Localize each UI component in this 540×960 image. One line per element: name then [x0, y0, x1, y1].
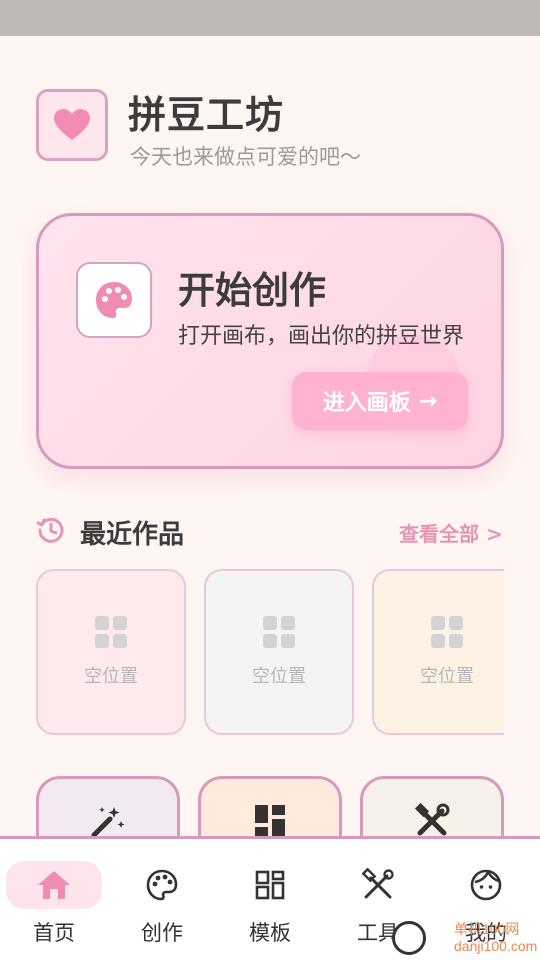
start-creating-card[interactable]: 开始创作 打开画布，画出你的拼豆世界 进入画板 → [36, 213, 504, 469]
enter-canvas-label: 进入画板 [322, 391, 411, 416]
recent-works-list[interactable]: 空位置 空位置 空位置 [36, 569, 504, 735]
recent-works-title: 最近作品 [80, 520, 185, 550]
grid-placeholder-icon [431, 616, 463, 648]
view-all-link[interactable]: 查看全部 > [399, 518, 503, 547]
nav-item-create[interactable]: 创作 [108, 839, 216, 960]
watermark: 单机100网 danji100.com [392, 916, 540, 960]
magic-wand-icon [91, 807, 125, 838]
slot-label: 空位置 [420, 666, 474, 687]
dashboard-icon [255, 805, 285, 837]
grid-placeholder-icon [263, 616, 295, 648]
app-logo [36, 89, 108, 161]
app-title: 拼豆工坊 [128, 93, 285, 137]
tools-icon [361, 868, 394, 899]
slot-label: 空位置 [84, 666, 138, 687]
palette-icon [96, 282, 132, 318]
watermark-line2: danji100.com [454, 938, 538, 954]
empty-slot[interactable]: 空位置 [372, 569, 504, 735]
arrow-right-icon: → [418, 388, 438, 414]
enter-canvas-button[interactable]: 进入画板 → [292, 372, 468, 430]
heart-icon [54, 109, 90, 140]
empty-slot[interactable]: 空位置 [36, 569, 186, 735]
watermark-logo-icon [392, 921, 426, 955]
slot-label: 空位置 [252, 666, 306, 687]
hero-title: 开始创作 [178, 269, 326, 312]
watermark-line1: 单机100网 [454, 921, 520, 937]
nav-label: 创作 [141, 921, 183, 945]
palette-icon [146, 869, 178, 901]
hammer-wrench-icon [414, 803, 450, 836]
hero-subtitle: 打开画布，画出你的拼豆世界 [178, 324, 465, 349]
nav-highlight [6, 861, 102, 909]
grid-icon [255, 870, 285, 900]
grid-placeholder-icon [95, 616, 127, 648]
history-icon [36, 517, 64, 543]
face-icon [470, 869, 502, 901]
nav-item-home[interactable]: 首页 [0, 839, 108, 960]
nav-label: 首页 [33, 921, 75, 945]
status-bar [0, 0, 540, 36]
home-icon [38, 871, 70, 899]
nav-label: 模板 [249, 921, 291, 945]
hero-icon-box [76, 262, 152, 338]
app-subtitle: 今天也来做点可爱的吧～ [130, 145, 361, 169]
nav-item-templates[interactable]: 模板 [216, 839, 324, 960]
empty-slot[interactable]: 空位置 [204, 569, 354, 735]
